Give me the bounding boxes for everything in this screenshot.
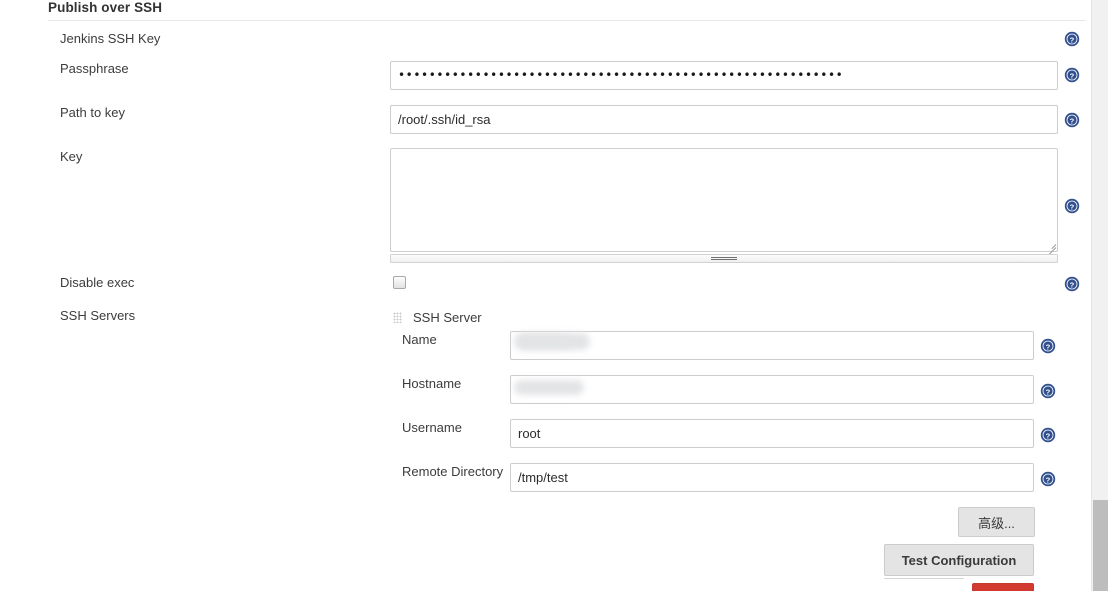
label-jenkins-ssh-key: Jenkins SSH Key [60,31,161,46]
svg-text:?: ? [1070,71,1075,80]
path-to-key-input[interactable] [390,105,1058,134]
help-icon-passphrase[interactable]: ? [1064,67,1080,83]
label-disable-exec: Disable exec [60,275,135,290]
advanced-button[interactable]: 高级... [958,507,1035,537]
label-server-hostname: Hostname [402,376,462,391]
server-name-input[interactable] [510,331,1034,360]
svg-text:?: ? [1046,387,1051,396]
ssh-server-block-title: SSH Server [413,310,482,325]
svg-text:?: ? [1070,280,1075,289]
delete-button[interactable] [972,583,1034,591]
test-configuration-button[interactable]: Test Configuration [884,544,1034,576]
label-key: Key [60,149,83,164]
section-header: Publish over SSH [48,0,1088,21]
server-hostname-input[interactable] [510,375,1034,404]
key-textarea[interactable] [390,148,1058,252]
svg-text:?: ? [1070,116,1075,125]
disable-exec-checkbox[interactable] [393,276,406,289]
help-icon-path-to-key[interactable]: ? [1064,112,1080,128]
help-icon-key[interactable]: ? [1064,198,1080,214]
publish-over-ssh-config-page: Publish over SSH Jenkins SSH Key ? Passp… [0,0,1108,591]
help-icon-server-remote-directory[interactable]: ? [1040,471,1056,487]
label-server-username: Username [402,420,462,435]
label-passphrase: Passphrase [60,61,129,76]
header-divider [48,20,1086,21]
svg-text:?: ? [1070,35,1075,44]
label-ssh-servers: SSH Servers [60,308,136,323]
button-group-divider [884,578,964,579]
label-path-to-key: Path to key [60,105,126,120]
svg-text:?: ? [1070,202,1075,211]
label-server-remote-directory: Remote Directory [402,464,504,479]
textarea-drag-bar[interactable] [390,254,1058,263]
help-icon-jenkins-ssh-key[interactable]: ? [1064,31,1080,47]
drag-grip-icon[interactable] [393,312,402,323]
label-server-name: Name [402,332,437,347]
help-icon-server-name[interactable]: ? [1040,338,1056,354]
svg-text:?: ? [1046,431,1051,440]
svg-text:?: ? [1046,475,1051,484]
server-username-input[interactable] [510,419,1034,448]
help-icon-server-username[interactable]: ? [1040,427,1056,443]
server-remote-directory-input[interactable] [510,463,1034,492]
help-icon-server-hostname[interactable]: ? [1040,383,1056,399]
page-scrollbar-thumb[interactable] [1093,500,1108,591]
page-scrollbar[interactable] [1091,0,1108,591]
svg-text:?: ? [1046,342,1051,351]
page-title: Publish over SSH [48,0,163,15]
passphrase-input[interactable] [390,61,1058,90]
help-icon-disable-exec[interactable]: ? [1064,276,1080,292]
